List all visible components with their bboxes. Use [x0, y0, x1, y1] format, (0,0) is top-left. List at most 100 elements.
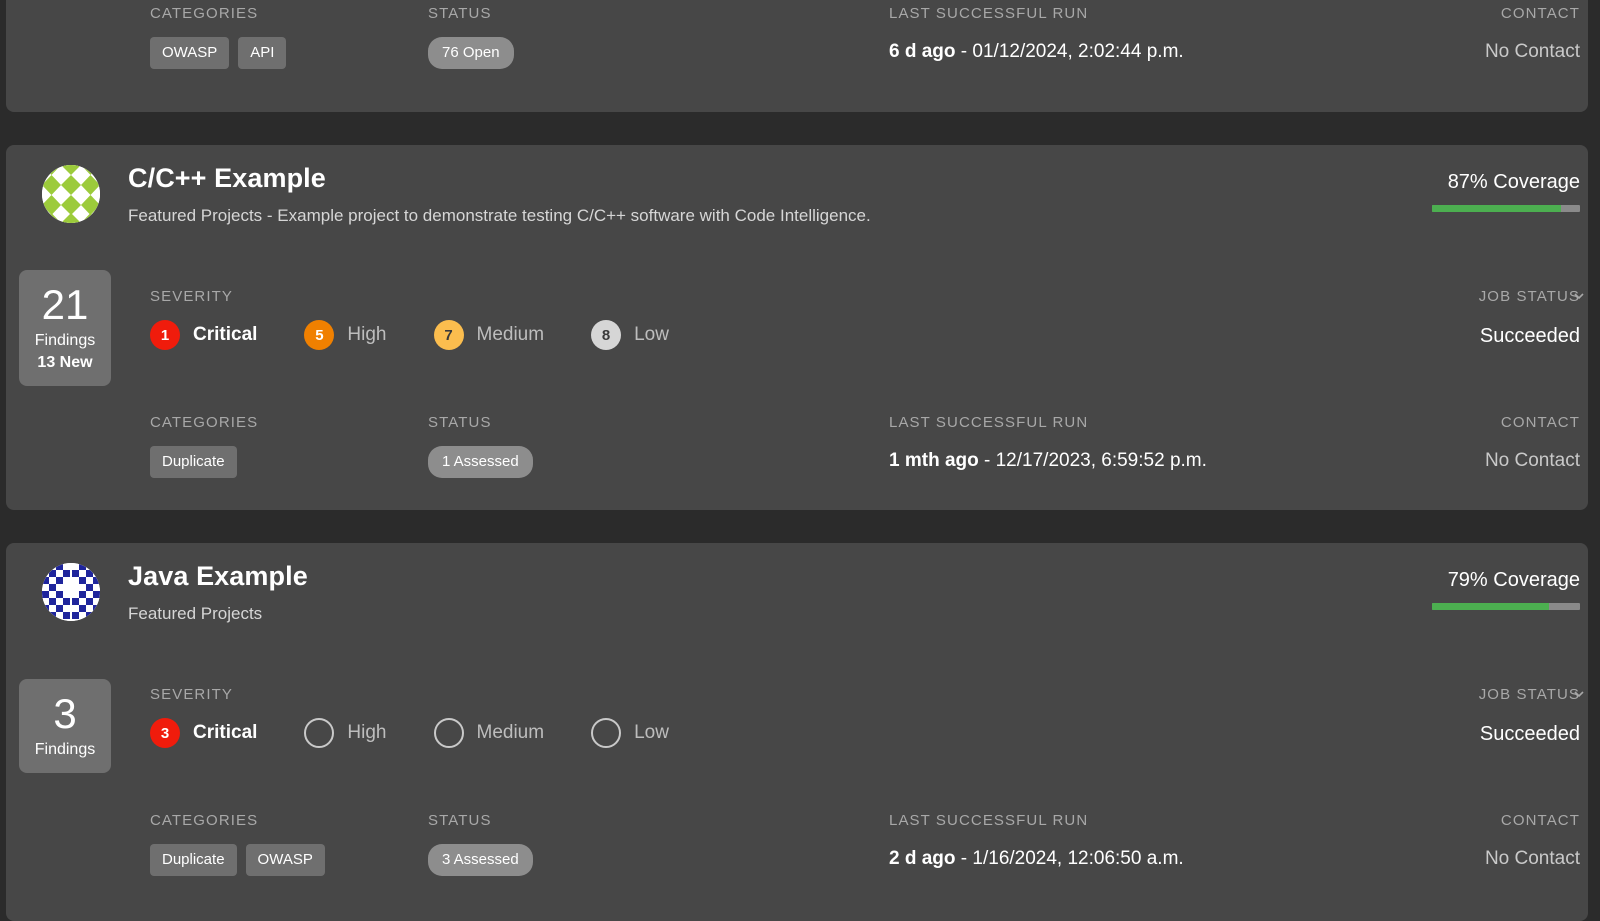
- severity-count-badge: 8: [591, 320, 622, 350]
- category-chip-list: Duplicate: [150, 446, 258, 478]
- last-run-label: LAST SUCCESSFUL RUN: [889, 812, 1089, 829]
- contact-label: CONTACT: [1500, 5, 1580, 22]
- job-status-block: JOB STATUS Succeeded: [1320, 685, 1584, 747]
- severity-item-low[interactable]: 8 Low: [591, 320, 669, 350]
- category-chip-list: OWASP API: [150, 37, 295, 69]
- categories-label: CATEGORIES: [150, 812, 259, 829]
- contact-value: No Contact: [1484, 848, 1580, 869]
- severity-item-medium[interactable]: Medium: [433, 718, 545, 748]
- coverage-block: 87% Coverage: [1340, 169, 1580, 212]
- identicon-blue-icon: [42, 563, 100, 621]
- chevron-down-icon[interactable]: [1572, 289, 1586, 303]
- contact-column: CONTACT No Contact: [1320, 413, 1580, 473]
- severity-block: SEVERITY 3 Critical High Medium Low: [150, 685, 669, 748]
- status-column: STATUS 1 Assessed: [428, 413, 533, 478]
- severity-count-badge: 7: [433, 320, 464, 350]
- category-chip[interactable]: OWASP: [150, 37, 230, 69]
- severity-name: Critical: [193, 324, 258, 345]
- job-status-label: JOB STATUS: [1478, 686, 1580, 703]
- severity-count-badge: 3: [150, 718, 180, 748]
- last-run-label: LAST SUCCESSFUL RUN: [889, 5, 1089, 22]
- coverage-label: 87% Coverage: [1447, 171, 1580, 193]
- identicon-green-icon: [42, 165, 100, 223]
- last-run-absolute: - 12/17/2023, 6:59:52 p.m.: [978, 450, 1207, 471]
- status-pill[interactable]: 3 Assessed: [428, 844, 533, 876]
- categories-label: CATEGORIES: [150, 5, 259, 22]
- last-run-value: 6 d ago - 01/12/2024, 2:02:44 p.m.: [889, 40, 1184, 64]
- severity-item-medium[interactable]: 7 Medium: [433, 320, 545, 350]
- contact-label: CONTACT: [1500, 812, 1580, 829]
- last-run-value: 2 d ago - 1/16/2024, 12:06:50 a.m.: [889, 847, 1184, 871]
- job-status-value: Succeeded: [1479, 325, 1580, 347]
- severity-row: 1 Critical 5 High 7 Medium 8 Low: [150, 320, 669, 350]
- severity-name: Medium: [476, 722, 545, 743]
- category-chip[interactable]: API: [238, 37, 287, 69]
- contact-column: CONTACT No Contact: [1320, 4, 1580, 64]
- last-run-column: LAST SUCCESSFUL RUN 2 d ago - 1/16/2024,…: [889, 811, 1184, 871]
- findings-word: Findings: [34, 741, 96, 758]
- severity-name: Low: [634, 722, 669, 743]
- status-pill[interactable]: 1 Assessed: [428, 446, 533, 478]
- last-run-absolute: - 1/16/2024, 12:06:50 a.m.: [955, 848, 1184, 869]
- coverage-label: 79% Coverage: [1447, 569, 1580, 591]
- job-status-label: JOB STATUS: [1478, 288, 1580, 305]
- findings-count: 3: [53, 690, 77, 737]
- status-column: STATUS 76 Open: [428, 4, 514, 69]
- severity-count-badge: 5: [304, 320, 335, 350]
- findings-count: 21: [41, 281, 89, 328]
- severity-item-low[interactable]: Low: [591, 718, 669, 748]
- status-label: STATUS: [428, 5, 492, 22]
- severity-count-badge: 1: [150, 320, 180, 350]
- status-label: STATUS: [428, 812, 492, 829]
- severity-item-critical[interactable]: 3 Critical: [150, 718, 257, 748]
- status-label: STATUS: [428, 414, 492, 431]
- coverage-progress-fill: [1432, 603, 1549, 610]
- coverage-progress-track: [1432, 603, 1580, 610]
- last-run-relative: 2 d ago: [889, 848, 956, 869]
- severity-name: High: [347, 324, 387, 345]
- last-run-absolute: - 01/12/2024, 2:02:44 p.m.: [955, 41, 1184, 62]
- severity-label: SEVERITY: [150, 288, 233, 305]
- last-run-relative: 6 d ago: [889, 41, 956, 62]
- severity-row: 3 Critical High Medium Low: [150, 718, 669, 748]
- job-status-value: Succeeded: [1479, 723, 1580, 745]
- severity-name: High: [347, 722, 387, 743]
- projects-list-page: CATEGORIES OWASP API STATUS 76 Open LAST …: [0, 0, 1600, 921]
- category-chip-list: Duplicate OWASP: [150, 844, 334, 876]
- categories-column: CATEGORIES OWASP API: [150, 4, 295, 69]
- status-column: STATUS 3 Assessed: [428, 811, 533, 876]
- severity-label: SEVERITY: [150, 686, 233, 703]
- job-status-block: JOB STATUS Succeeded: [1320, 287, 1584, 349]
- status-pill[interactable]: 76 Open: [428, 37, 514, 69]
- categories-label: CATEGORIES: [150, 414, 259, 431]
- findings-word: Findings: [34, 332, 96, 349]
- severity-item-high[interactable]: High: [304, 718, 387, 748]
- project-card-partial[interactable]: CATEGORIES OWASP API STATUS 76 Open LAST …: [6, 0, 1588, 112]
- findings-new-count: 13 New: [37, 354, 93, 371]
- category-chip[interactable]: OWASP: [245, 844, 325, 876]
- last-run-value: 1 mth ago - 12/17/2023, 6:59:52 p.m.: [889, 449, 1207, 473]
- chevron-down-icon[interactable]: [1572, 687, 1586, 701]
- project-card-java-example[interactable]: Java Example Featured Projects 79% Cover…: [6, 543, 1588, 921]
- contact-label: CONTACT: [1500, 414, 1580, 431]
- last-run-label: LAST SUCCESSFUL RUN: [889, 414, 1089, 431]
- severity-name: Critical: [193, 722, 258, 743]
- severity-count-badge: [591, 718, 622, 748]
- severity-name: Medium: [476, 324, 545, 345]
- coverage-progress-fill: [1432, 205, 1561, 212]
- severity-block: SEVERITY 1 Critical 5 High 7 Medium 8 Low: [150, 287, 669, 350]
- severity-count-badge: [433, 718, 464, 748]
- severity-name: Low: [634, 324, 669, 345]
- last-run-relative: 1 mth ago: [889, 450, 979, 471]
- coverage-block: 79% Coverage: [1340, 567, 1580, 610]
- project-card-c-cpp-example[interactable]: C/C++ Example Featured Projects - Exampl…: [6, 145, 1588, 510]
- severity-item-critical[interactable]: 1 Critical: [150, 320, 257, 350]
- category-chip[interactable]: Duplicate: [150, 446, 237, 478]
- contact-value: No Contact: [1484, 41, 1580, 62]
- contact-value: No Contact: [1484, 450, 1580, 471]
- findings-summary-box[interactable]: 3 Findings: [19, 679, 111, 773]
- findings-summary-box[interactable]: 21 Findings 13 New: [19, 270, 111, 386]
- coverage-progress-track: [1432, 205, 1580, 212]
- category-chip[interactable]: Duplicate: [150, 844, 237, 876]
- severity-item-high[interactable]: 5 High: [304, 320, 387, 350]
